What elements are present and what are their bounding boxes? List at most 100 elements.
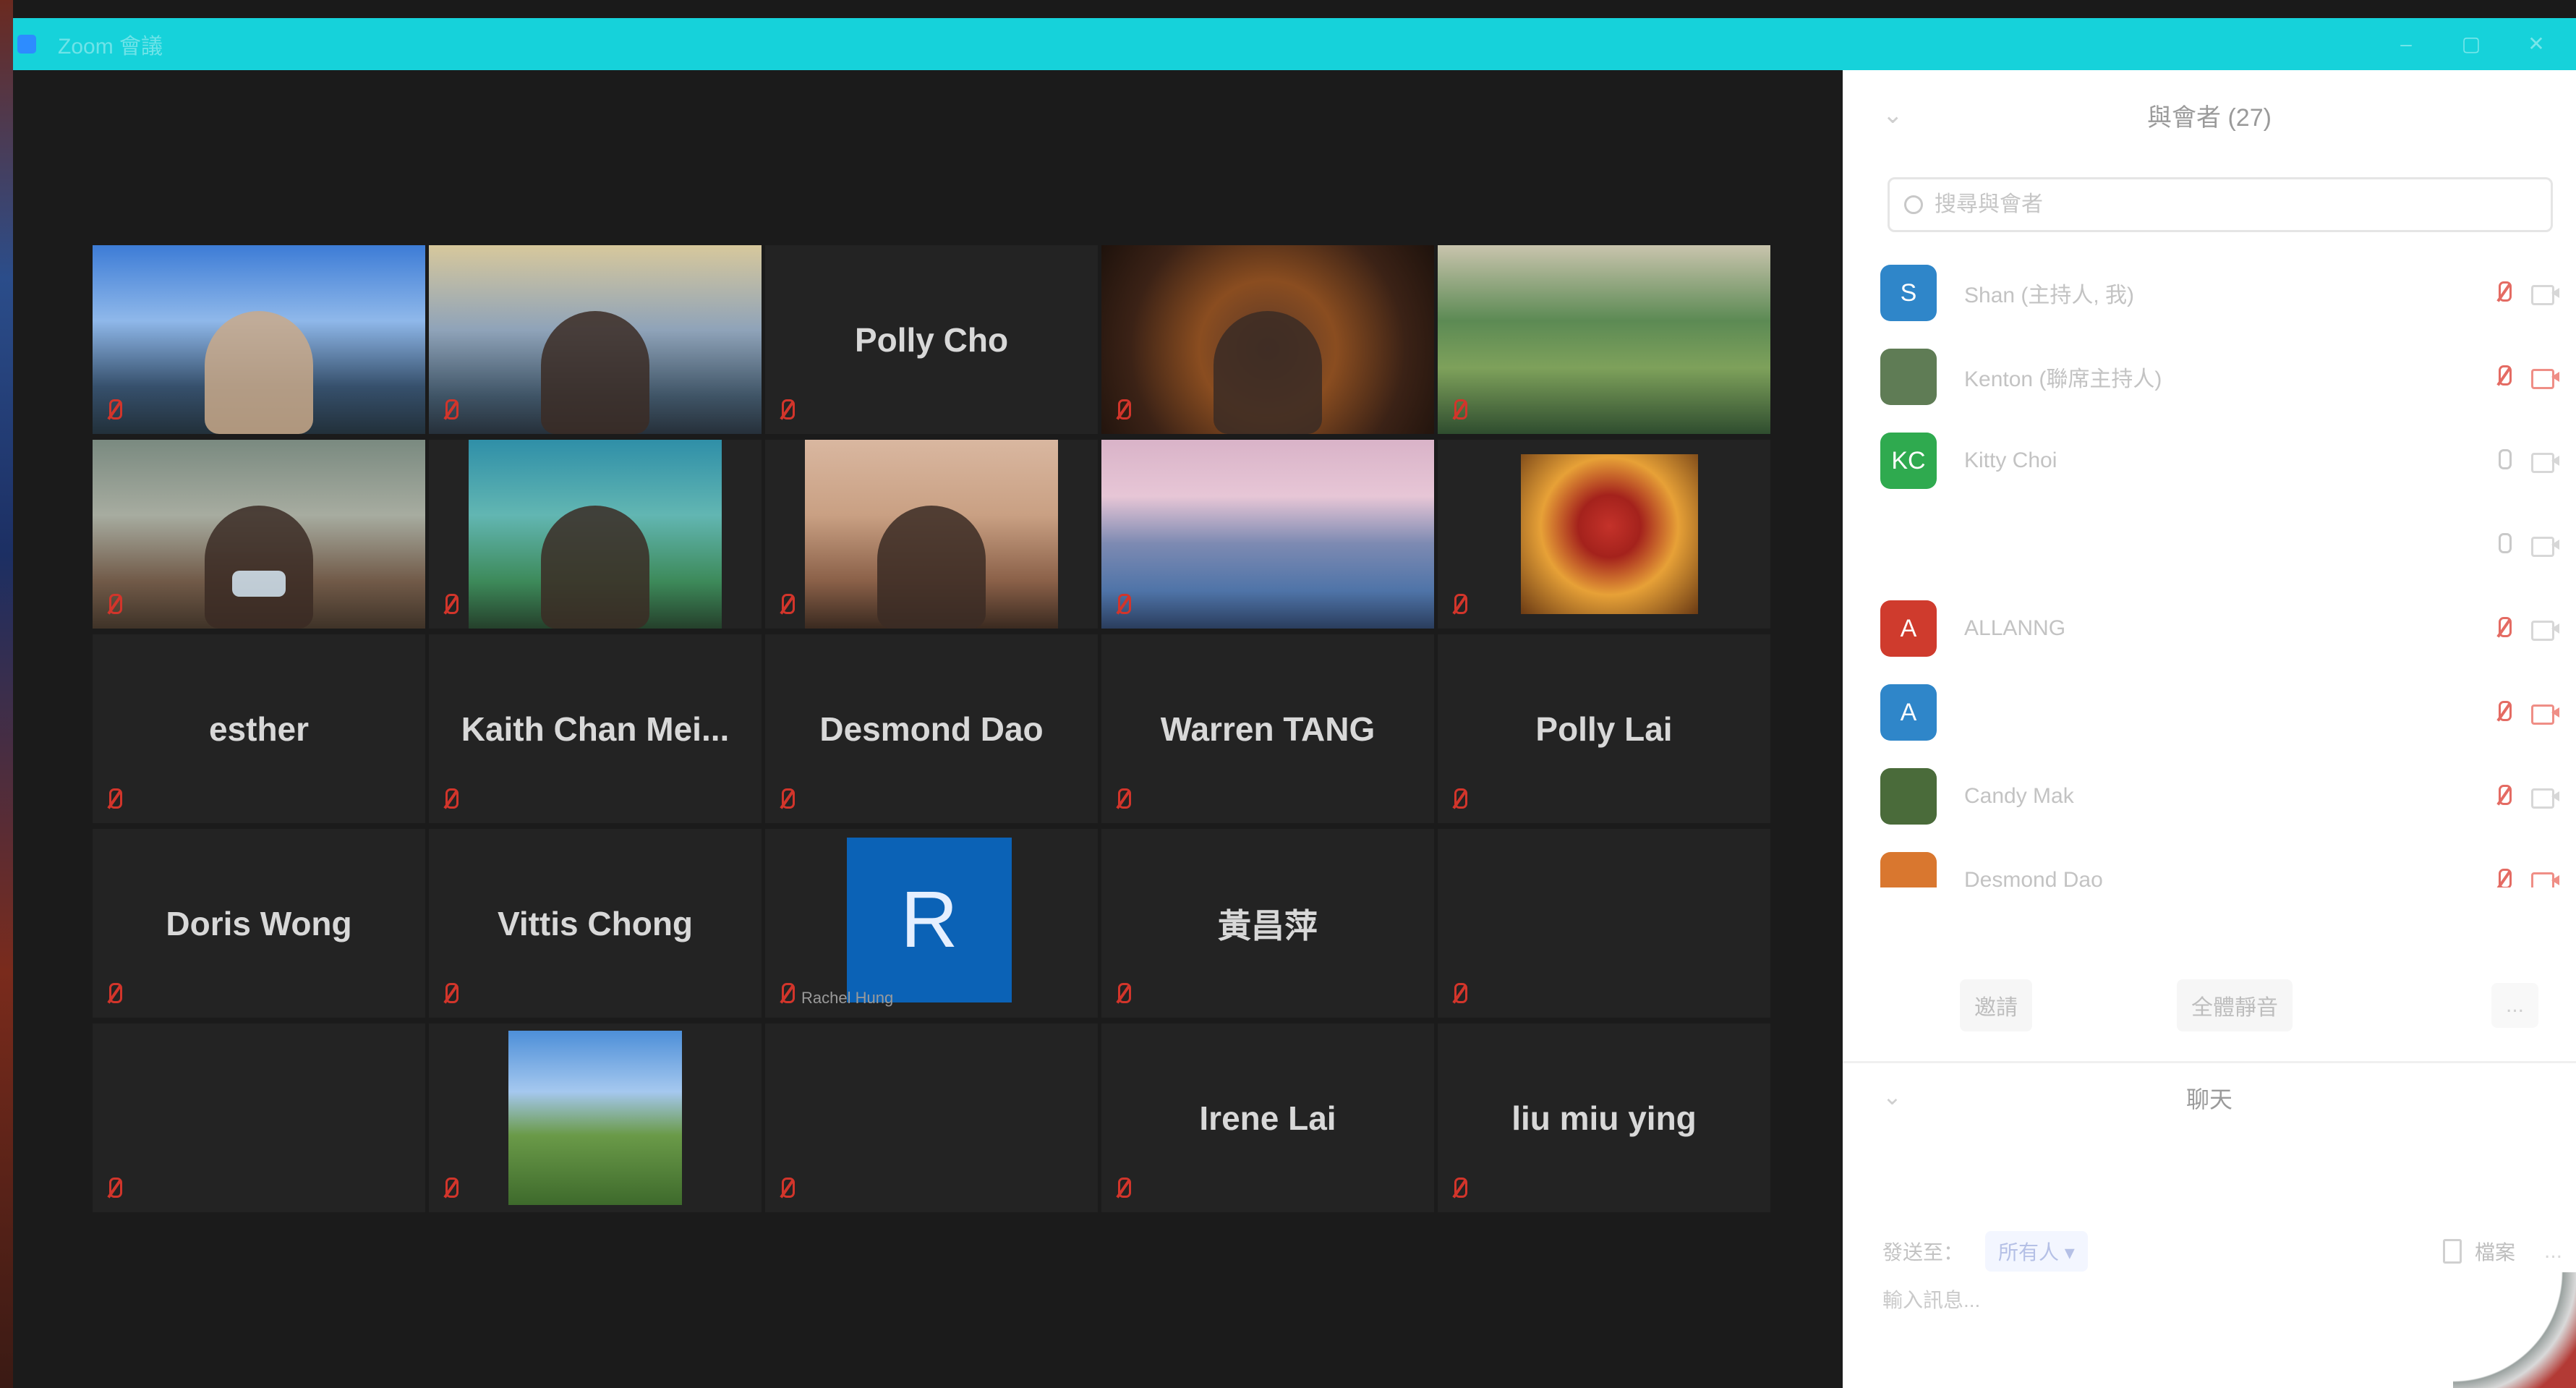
video-tile[interactable] xyxy=(765,1023,1098,1212)
close-icon[interactable]: ✕ xyxy=(2525,33,2547,55)
video-tile[interactable] xyxy=(93,245,425,434)
video-off-icon[interactable] xyxy=(2531,366,2560,389)
send-to-select[interactable]: 所有人 ▾ xyxy=(1985,1231,2088,1272)
participant-name: Vittis Chong xyxy=(497,904,694,942)
muted-mic-icon[interactable] xyxy=(2495,867,2512,887)
file-icon[interactable] xyxy=(2442,1239,2462,1264)
participant-name: esther xyxy=(208,710,310,748)
participant-name: liu miu ying xyxy=(1511,1099,1697,1137)
send-to-label: 發送至： xyxy=(1882,1241,1964,1264)
muted-mic-icon xyxy=(442,592,459,618)
participant-status xyxy=(2495,364,2560,390)
video-icon[interactable] xyxy=(2531,282,2560,305)
invite-button[interactable]: 邀請 xyxy=(1960,979,2032,1031)
participant-silhouette xyxy=(877,506,986,629)
video-tile[interactable] xyxy=(765,440,1098,629)
video-tile[interactable] xyxy=(429,440,762,629)
video-tile[interactable]: Polly Lai xyxy=(1438,634,1770,823)
participant-row[interactable]: S Shan (主持人, 我) xyxy=(1880,251,2560,335)
participant-name: Polly Cho xyxy=(854,320,1009,359)
video-tile[interactable]: Desmond Dao xyxy=(765,634,1098,823)
title-bar: Zoom 會議 – ▢ ✕ xyxy=(13,18,2576,70)
participant-name: Polly Lai xyxy=(1535,710,1673,748)
participant-status xyxy=(2495,280,2560,306)
participant-silhouette xyxy=(1214,311,1322,434)
muted-mic-icon xyxy=(1114,398,1131,424)
participant-row[interactable]: A xyxy=(1880,670,2560,754)
participant-search-input[interactable] xyxy=(1935,192,2513,217)
video-tile[interactable]: Polly Cho xyxy=(765,245,1098,434)
video-tile[interactable]: Kaith Chan Mei... xyxy=(429,634,762,823)
muted-mic-icon xyxy=(1114,787,1131,813)
chat-more-button[interactable]: ... xyxy=(2544,1239,2562,1264)
video-tile[interactable]: Doris Wong xyxy=(93,829,425,1018)
video-tile[interactable] xyxy=(93,440,425,629)
video-tile[interactable] xyxy=(1438,440,1770,629)
side-panel: ⌄ 與會者 (27) SShan (主持人, 我)Kenton (聯席主持人)K… xyxy=(1843,70,2576,1388)
video-tile[interactable]: Warren TANG xyxy=(1101,634,1434,823)
maximize-icon[interactable]: ▢ xyxy=(2460,33,2482,55)
minimize-icon[interactable]: – xyxy=(2395,33,2417,55)
video-tile[interactable] xyxy=(429,245,762,434)
file-button[interactable]: 檔案 xyxy=(2475,1237,2515,1266)
mute-all-button[interactable]: 全體靜音 xyxy=(2177,979,2293,1031)
participant-row[interactable] xyxy=(1880,503,2560,587)
muted-mic-icon xyxy=(106,398,122,424)
avatar xyxy=(1880,768,1937,825)
video-tile[interactable] xyxy=(1438,245,1770,434)
participant-row[interactable]: Desmond Dao xyxy=(1880,838,2560,887)
participant-status xyxy=(2495,532,2560,558)
participant-status xyxy=(2495,699,2560,725)
muted-mic-icon[interactable] xyxy=(2495,783,2512,809)
video-tile[interactable] xyxy=(1101,440,1434,629)
video-tile[interactable]: liu miu ying xyxy=(1438,1023,1770,1212)
participant-status xyxy=(2495,448,2560,474)
participant-name: Desmond Dao xyxy=(819,710,1044,748)
participant-name: Warren TANG xyxy=(1160,710,1376,748)
video-feed xyxy=(508,1031,682,1205)
mic-icon[interactable] xyxy=(2495,448,2512,474)
video-icon[interactable] xyxy=(2531,785,2560,809)
muted-mic-icon[interactable] xyxy=(2495,280,2512,306)
page-curl-decoration xyxy=(2453,1272,2576,1388)
gallery-view: Polly Cho esther Kaith Chan Mei... Desmond … xyxy=(13,70,1843,1388)
muted-mic-icon[interactable] xyxy=(2495,699,2512,725)
video-tile[interactable]: esther xyxy=(93,634,425,823)
video-tile[interactable] xyxy=(429,1023,762,1212)
participant-name: ALLANNG xyxy=(1964,616,2066,640)
video-icon[interactable] xyxy=(2531,534,2560,557)
video-tile[interactable] xyxy=(1101,245,1434,434)
video-feed xyxy=(1101,440,1434,629)
participant-row[interactable]: Candy Mak xyxy=(1880,754,2560,838)
muted-mic-icon xyxy=(106,592,122,618)
participant-name: Candy Mak xyxy=(1964,784,2074,808)
participant-name: Kenton (聯席主持人) xyxy=(1964,367,2162,391)
video-icon[interactable] xyxy=(2531,450,2560,473)
participant-row[interactable]: A ALLANNG xyxy=(1880,587,2560,670)
video-tile[interactable] xyxy=(1438,829,1770,1018)
participant-silhouette xyxy=(541,506,649,629)
muted-mic-icon[interactable] xyxy=(2495,616,2512,642)
video-tile[interactable] xyxy=(93,1023,425,1212)
muted-mic-icon xyxy=(1451,1176,1467,1202)
participant-name: 黃昌萍 xyxy=(1218,906,1318,945)
muted-mic-icon[interactable] xyxy=(2495,364,2512,390)
video-off-icon[interactable] xyxy=(2531,702,2560,725)
video-tile[interactable]: Irene Lai xyxy=(1101,1023,1434,1212)
video-icon[interactable] xyxy=(2531,618,2560,641)
mic-icon[interactable] xyxy=(2495,532,2512,558)
muted-mic-icon xyxy=(778,398,795,424)
participant-search[interactable] xyxy=(1888,177,2553,232)
avatar xyxy=(1880,349,1937,405)
chat-message-input[interactable] xyxy=(1882,1289,2533,1312)
video-tile[interactable]: 黃昌萍 xyxy=(1101,829,1434,1018)
video-tile[interactable]: R Rachel Hung xyxy=(765,829,1098,1018)
participant-actions: 邀請 全體靜音 ... xyxy=(1880,979,2560,1031)
participant-row[interactable]: Kenton (聯席主持人) xyxy=(1880,335,2560,419)
video-tile[interactable]: Vittis Chong xyxy=(429,829,762,1018)
video-off-icon[interactable] xyxy=(2531,869,2560,887)
muted-mic-icon xyxy=(442,982,459,1008)
more-options-button[interactable]: ... xyxy=(2491,983,2538,1028)
avatar xyxy=(1880,852,1937,887)
participant-row[interactable]: KC Kitty Choi xyxy=(1880,419,2560,503)
